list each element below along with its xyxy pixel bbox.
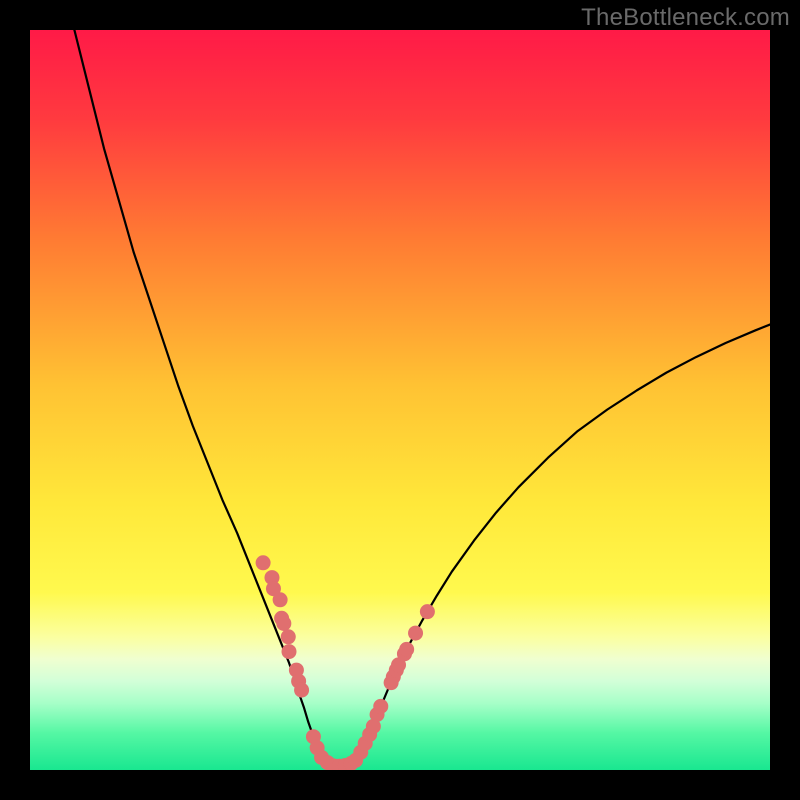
- data-point: [282, 644, 297, 659]
- data-point: [294, 683, 309, 698]
- data-point: [420, 604, 435, 619]
- data-point: [281, 629, 296, 644]
- data-point: [276, 616, 291, 631]
- data-point: [373, 699, 388, 714]
- watermark-text: TheBottleneck.com: [581, 4, 790, 32]
- data-points-layer: [30, 30, 770, 770]
- data-point: [399, 642, 414, 657]
- data-point: [256, 555, 271, 570]
- plot-area: [30, 30, 770, 770]
- data-point: [408, 626, 423, 641]
- data-point: [273, 592, 288, 607]
- chart-frame: TheBottleneck.com: [0, 0, 800, 800]
